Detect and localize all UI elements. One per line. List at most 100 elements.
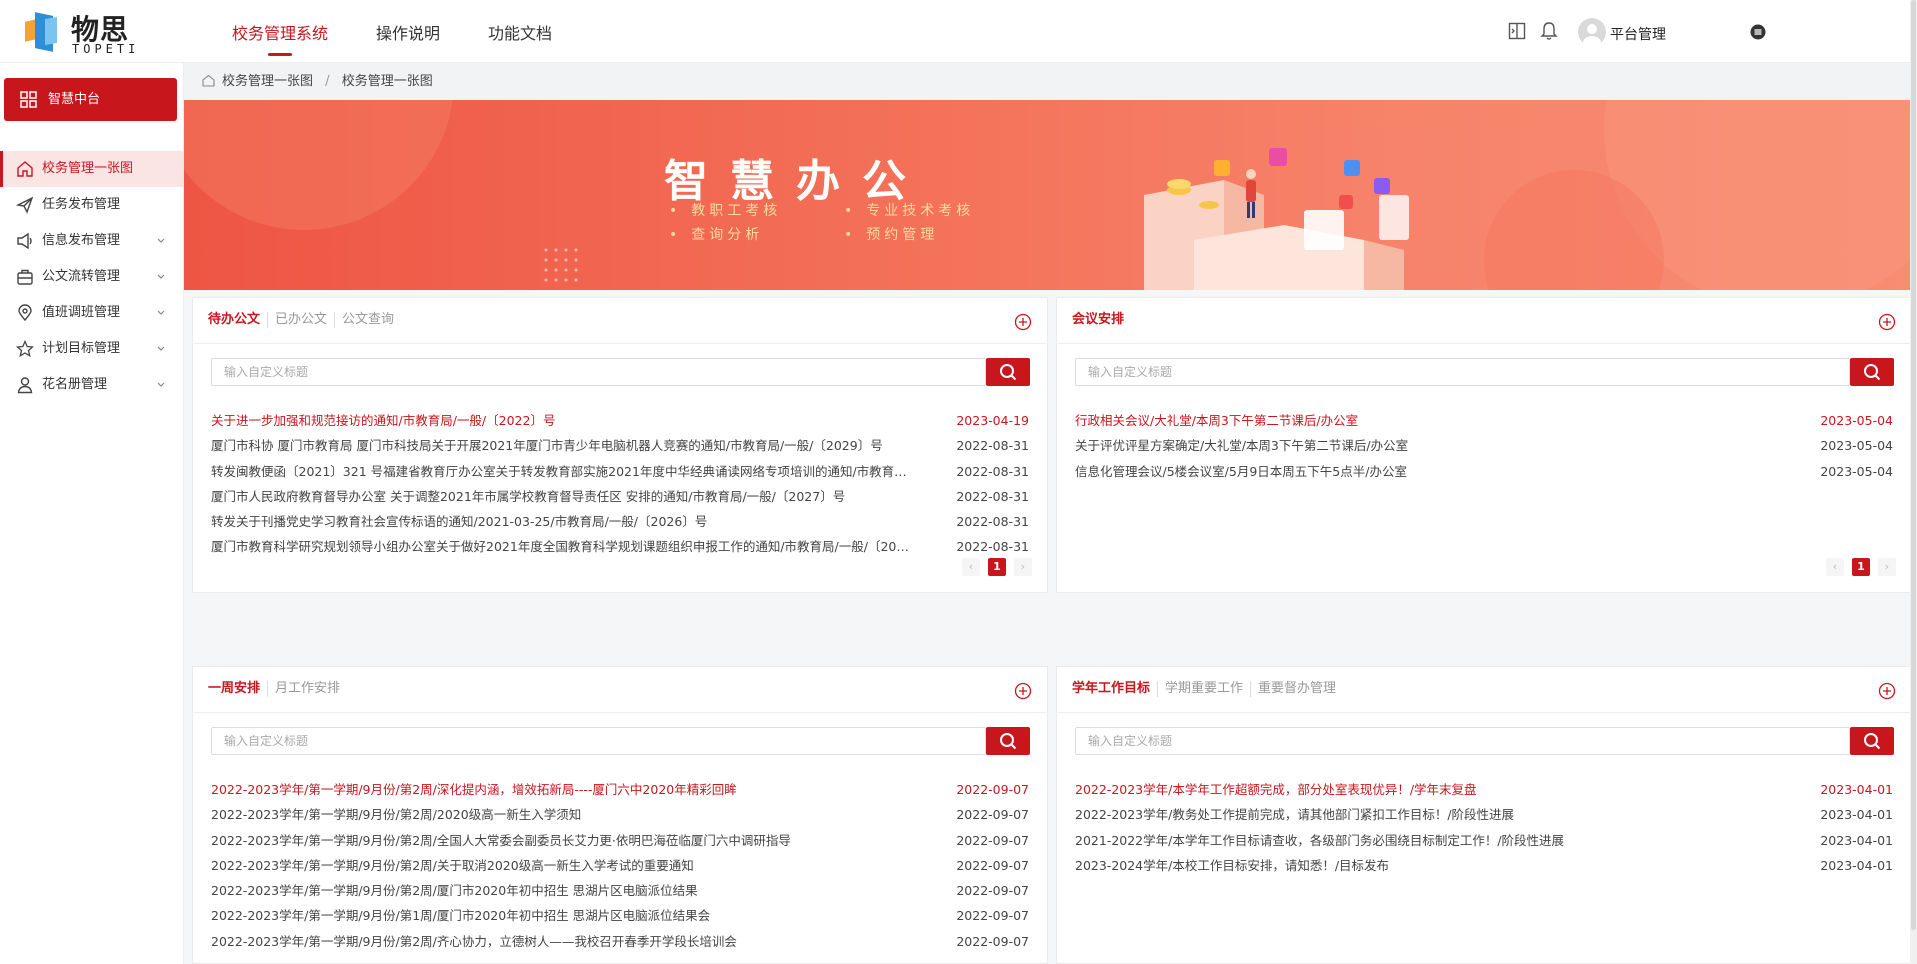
add-circle-icon[interactable] — [1878, 682, 1896, 700]
list-item-title[interactable]: 关于进一步加强和规范接访的通知/市教育局/一般/〔2022〕号 — [211, 408, 555, 433]
list-item[interactable]: 2022-2023学年/第一学期/9月份/第2周/全国人大常委会副委员长艾力更·… — [211, 954, 1029, 959]
tab-doc-query[interactable]: 公文查询 — [334, 312, 401, 328]
prev-page-button[interactable]: ‹ — [1826, 558, 1844, 576]
sidebar-item-plan[interactable]: 计划目标管理 — [0, 331, 184, 367]
chevron-down-icon — [157, 382, 165, 387]
list-item[interactable]: 2022-2023学年/第一学期/9月份/第2周/2020级高一新生入学须知 20… — [211, 802, 1029, 827]
list-item[interactable]: 转发闽教便函〔2021〕321 号福建省教育厅办公室关于转发教育部实施2021年… — [211, 459, 1029, 484]
tab-pending-docs[interactable]: 待办公文 — [208, 312, 267, 328]
next-page-button[interactable]: › — [1878, 558, 1896, 576]
list-item[interactable]: 厦门市教育科学研究规划领导小组办公室关于做好2021年度全国教育科学规划课题组织… — [211, 534, 1029, 559]
list-item-title[interactable]: 转发关于刊播党史学习教育社会宣传标语的通知/2021-03-25/市教育局/一般… — [211, 509, 707, 534]
tab-done-docs[interactable]: 已办公文 — [267, 312, 334, 328]
list-item-title[interactable]: 2022-2023学年/教务处工作提前完成，请其他部门紧扣工作目标！/阶段性进展 — [1075, 802, 1514, 827]
list-item-title[interactable]: 2022-2023学年/第一学期/9月份/第2周/全国人大常委会副委员长艾力更·… — [211, 954, 791, 959]
fullscreen-exit-icon[interactable] — [1508, 22, 1526, 40]
list-item-title[interactable]: 厦门市科协 厦门市教育局 厦门市科技局关于开展2021年厦门市青少年电脑机器人竞… — [211, 433, 883, 458]
add-circle-icon[interactable] — [1014, 682, 1032, 700]
sidebar-item-document[interactable]: 公文流转管理 — [0, 259, 184, 295]
list-item[interactable]: 关于组织开展2021年度厦门市教育信息技术研究课题申报工作的通知/市教育局/一般… — [211, 560, 1029, 564]
list-item[interactable]: 2022-2023学年/第一学期/9月份/第2周/齐心协力，立德树人——我校召开… — [211, 929, 1029, 954]
list-item-title[interactable]: 2022-2023学年/第一学期/9月份/第2周/2020级高一新生入学须知 — [211, 802, 581, 827]
list-item-date: 2023-04-01 — [1820, 857, 1893, 873]
list-item-date: 2023-04-01 — [1820, 782, 1893, 797]
search-input[interactable]: 输入自定义标题 — [211, 727, 986, 755]
search-input[interactable]: 输入自定义标题 — [211, 358, 986, 386]
search-button[interactable] — [1850, 358, 1894, 386]
menu-circle-icon[interactable] — [1750, 24, 1766, 40]
list-item[interactable]: 2023-2024学年/本校工作目标安排，请知悉！/目标发布 2023-04-01 — [1075, 853, 1893, 878]
list-item[interactable]: 信息化管理会议/5楼会议室/5月9日本周五下午5点半/办公室 2023-05-04 — [1075, 459, 1893, 484]
list-item-title[interactable]: 2022-2023学年/第一学期/9月份/第1周/厦门市2020年初中招生 思湖… — [211, 903, 710, 928]
page-number[interactable]: 1 — [988, 558, 1006, 576]
list-item-title[interactable]: 信息化管理会议/5楼会议室/5月9日本周五下午5点半/办公室 — [1075, 459, 1407, 484]
search-input[interactable]: 输入自定义标题 — [1075, 727, 1850, 755]
list-item-title[interactable]: 2022-2023学年/第一学期/9月份/第2周/关于取消2020级高一新生入学… — [211, 853, 694, 878]
list-item[interactable]: 2022-2023学年/本学年工作超额完成，部分处室表现优异！/学年末复盘 202… — [1075, 777, 1893, 802]
list-item-title[interactable]: 行政相关会议/大礼堂/本周3下午第二节课后/办公室 — [1075, 408, 1358, 433]
week-list: 2022-2023学年/第一学期/9月份/第2周/深化提内涵，增效拓新局----… — [211, 777, 1029, 959]
search-button[interactable] — [1850, 727, 1894, 755]
list-item[interactable]: 转发关于刊播党史学习教育社会宣传标语的通知/2021-03-25/市教育局/一般… — [211, 509, 1029, 534]
logo[interactable]: 物思 TOPETI — [25, 8, 135, 56]
avatar[interactable] — [1578, 18, 1606, 46]
next-page-button[interactable]: › — [1014, 558, 1032, 576]
list-item-title[interactable]: 厦门市教育科学研究规划领导小组办公室关于做好2021年度全国教育科学规划课题组织… — [211, 534, 911, 559]
breadcrumb-link[interactable]: 校务管理一张图 — [222, 74, 313, 89]
sidebar-item-duty[interactable]: 值班调班管理 — [0, 295, 184, 331]
tab-year-goals[interactable]: 学年工作目标 — [1072, 681, 1157, 697]
page-number[interactable]: 1 — [1852, 558, 1870, 576]
list-item-title[interactable]: 关于评优评星方案确定/大礼堂/本周3下午第二节课后/办公室 — [1075, 433, 1408, 458]
page-scrollbar[interactable] — [1910, 0, 1917, 964]
sidebar-item-roster[interactable]: 花名册管理 — [0, 367, 184, 403]
search-input[interactable]: 输入自定义标题 — [1075, 358, 1850, 386]
banner-bullets: 教职工考核 专业技术考核 查询分析 预约管理 — [669, 200, 1029, 244]
tab-supervision[interactable]: 重要督办管理 — [1250, 681, 1343, 697]
tab-meetings[interactable]: 会议安排 — [1072, 312, 1131, 328]
list-item-title[interactable]: 2023-2024学年/本校工作目标安排，请知悉！/目标发布 — [1075, 853, 1389, 878]
topnav-instructions[interactable]: 操作说明 — [376, 0, 440, 63]
search-button[interactable] — [986, 358, 1030, 386]
list-item-title[interactable]: 2021-2022学年/本学年工作目标请查收，各级部门务必围绕目标制定工作！/阶… — [1075, 828, 1564, 853]
add-circle-icon[interactable] — [1878, 313, 1896, 331]
list-item-title[interactable]: 厦门市人民政府教育督导办公室 关于调整2021年市属学校教育督导责任区 安排的通… — [211, 484, 845, 509]
list-item[interactable]: 2022-2023学年/第一学期/9月份/第1周/厦门市2020年初中招生 思湖… — [211, 903, 1029, 928]
list-item-date: 2023-05-04 — [1820, 463, 1893, 479]
bell-icon[interactable] — [1540, 21, 1558, 41]
topnav-docs[interactable]: 功能文档 — [488, 0, 552, 63]
list-item-title[interactable]: 转发闽教便函〔2021〕321 号福建省教育厅办公室关于转发教育部实施2021年… — [211, 459, 911, 484]
sidebar-item-task[interactable]: 任务发布管理 — [0, 187, 184, 223]
list-item-title[interactable]: 2022-2023学年/第一学期/9月份/第2周/齐心协力，立德树人——我校召开… — [211, 929, 737, 954]
sidebar-item-info[interactable]: 信息发布管理 — [0, 223, 184, 259]
list-item-title[interactable]: 关于组织开展2021年度厦门市教育信息技术研究课题申报工作的通知/市教育局/一般… — [211, 560, 750, 564]
list-item[interactable]: 2022-2023学年/第一学期/9月份/第2周/深化提内涵，增效拓新局----… — [211, 777, 1029, 802]
list-item-title[interactable]: 2022-2023学年/第一学期/9月份/第2周/深化提内涵，增效拓新局----… — [211, 777, 737, 802]
list-item[interactable]: 2021-2022学年/本学年工作目标请查收，各级部门务必围绕目标制定工作！/阶… — [1075, 828, 1893, 853]
list-item[interactable]: 厦门市人民政府教育督导办公室 关于调整2021年市属学校教育督导责任区 安排的通… — [211, 484, 1029, 509]
list-item-title[interactable]: 2022-2023学年/本学年工作超额完成，部分处室表现优异！/学年末复盘 — [1075, 777, 1477, 802]
list-item-title[interactable]: 2022-2023学年/第一学期/9月份/第2周/全国人大常委会副委员长艾力更·… — [211, 828, 791, 853]
scrollbar-thumb[interactable] — [1911, 0, 1916, 930]
add-circle-icon[interactable] — [1014, 313, 1032, 331]
list-item[interactable]: 行政相关会议/大礼堂/本周3下午第二节课后/办公室 2023-05-04 — [1075, 408, 1893, 433]
list-item[interactable]: 2022-2023学年/第一学期/9月份/第2周/厦门市2020年初中招生 思湖… — [211, 878, 1029, 903]
list-item-date: 2022-09-07 — [956, 933, 1029, 949]
tab-monthly[interactable]: 月工作安排 — [267, 681, 347, 697]
list-item[interactable]: 2022-2023学年/第一学期/9月份/第2周/关于取消2020级高一新生入学… — [211, 853, 1029, 878]
user-name[interactable]: 平台管理 — [1610, 24, 1666, 44]
list-item[interactable]: 2022-2023学年/教务处工作提前完成，请其他部门紧扣工作目标！/阶段性进展… — [1075, 802, 1893, 827]
list-item[interactable]: 关于进一步加强和规范接访的通知/市教育局/一般/〔2022〕号 2023-04-1… — [211, 408, 1029, 433]
list-item[interactable]: 关于评优评星方案确定/大礼堂/本周3下午第二节课后/办公室 2023-05-04 — [1075, 433, 1893, 458]
search-button[interactable] — [986, 727, 1030, 755]
smart-platform-button[interactable]: 智慧中台 — [4, 78, 177, 121]
list-item-date: 2022-08-31 — [956, 463, 1029, 479]
tab-weekly[interactable]: 一周安排 — [208, 681, 267, 697]
sidebar-item-overview[interactable]: 校务管理一张图 — [0, 151, 184, 187]
topnav-school-affairs[interactable]: 校务管理系统 — [232, 0, 328, 63]
breadcrumb-separator: / — [325, 74, 330, 89]
prev-page-button[interactable]: ‹ — [962, 558, 980, 576]
list-item[interactable]: 2022-2023学年/第一学期/9月份/第2周/全国人大常委会副委员长艾力更·… — [211, 828, 1029, 853]
list-item-title[interactable]: 2022-2023学年/第一学期/9月份/第2周/厦门市2020年初中招生 思湖… — [211, 878, 698, 903]
tab-term-work[interactable]: 学期重要工作 — [1157, 681, 1250, 697]
list-item[interactable]: 厦门市科协 厦门市教育局 厦门市科技局关于开展2021年厦门市青少年电脑机器人竞… — [211, 433, 1029, 458]
